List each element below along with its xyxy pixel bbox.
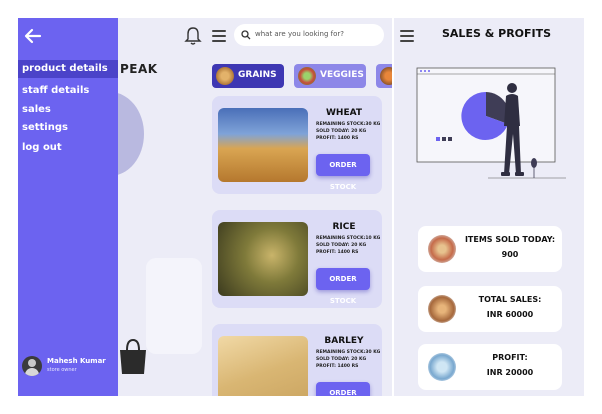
tab-more[interactable]	[376, 64, 392, 88]
sales-profits-screen: SALES & PROFITS ITEMS SOLD TODAY: 900 TO…	[394, 18, 584, 396]
shopping-bag-illustration	[120, 338, 146, 374]
total-sales-value: INR 60000	[486, 310, 534, 319]
sold-today: SOLD TODAY: 20 KG	[316, 357, 367, 362]
order-stock-button[interactable]: ORDER STOCK	[316, 268, 370, 305]
produce-icon	[428, 235, 456, 263]
menu-item-log-out[interactable]: log out	[18, 139, 118, 157]
analytics-illustration	[416, 67, 566, 179]
brand-title: PEAK	[120, 62, 158, 76]
menu-item-settings[interactable]: settings	[18, 119, 118, 137]
items-sold-card: ITEMS SOLD TODAY: 900	[418, 226, 562, 272]
profile-name: Mahesh Kumar	[47, 357, 106, 365]
search-icon	[241, 30, 251, 40]
remaining-stock: REMAINING STOCK:10 KG	[316, 236, 381, 241]
back-arrow-icon[interactable]	[24, 28, 42, 44]
decorative-logo-shape	[146, 258, 202, 354]
hamburger-menu-icon[interactable]	[400, 30, 414, 42]
user-profile[interactable]: Mahesh Kumar store owner	[22, 356, 118, 380]
product-name: BARLEY	[324, 336, 364, 346]
profile-role: store owner	[47, 367, 77, 373]
profit-card: PROFIT: INR 20000	[418, 344, 562, 390]
remaining-stock: REMAINING STOCK:30 KG	[316, 350, 381, 355]
sold-today: SOLD TODAY: 20 KG	[316, 243, 367, 248]
coins-icon	[428, 295, 456, 323]
profit-label: PROFIT:	[492, 353, 528, 362]
search-placeholder: what are you looking for?	[255, 30, 345, 38]
search-input[interactable]: what are you looking for?	[234, 24, 384, 46]
profit-icon	[428, 353, 456, 381]
product-card-wheat: WHEAT REMAINING STOCK:30 KG SOLD TODAY: …	[212, 96, 382, 194]
bell-icon[interactable]	[184, 26, 202, 46]
barley-image	[218, 336, 308, 396]
product-name: WHEAT	[325, 108, 362, 118]
product-name: RICE	[332, 222, 356, 232]
product-card-barley: BARLEY REMAINING STOCK:30 KG SOLD TODAY:…	[212, 324, 382, 396]
rice-image	[218, 222, 308, 296]
grains-icon	[216, 67, 234, 85]
profit-value: INR 20000	[486, 368, 534, 377]
profit: PROFIT: 1400 RS	[316, 364, 359, 369]
total-sales-card: TOTAL SALES: INR 60000	[418, 286, 562, 332]
tab-grains[interactable]: GRAINS	[212, 64, 284, 88]
menu-item-sales[interactable]: sales	[18, 101, 118, 119]
veggies-icon	[298, 67, 316, 85]
product-details-screen: PEAK product details staff details sales…	[18, 18, 206, 396]
profit: PROFIT: 1400 RS	[316, 136, 359, 141]
total-sales-label: TOTAL SALES:	[478, 295, 542, 304]
wheat-image	[218, 108, 308, 182]
remaining-stock: REMAINING STOCK:30 KG	[316, 122, 381, 127]
profit: PROFIT: 1400 RS	[316, 250, 359, 255]
order-stock-button[interactable]: ORDER STOCK	[316, 382, 370, 396]
menu-item-staff-details[interactable]: staff details	[18, 82, 118, 100]
tab-veggies[interactable]: VEGGIES	[294, 64, 366, 88]
order-stock-button[interactable]: ORDER STOCK	[316, 154, 370, 191]
grains-screen: what are you looking for? GRAINS VEGGIES…	[206, 18, 392, 396]
category-icon	[380, 67, 392, 85]
sold-today: SOLD TODAY: 20 KG	[316, 129, 367, 134]
menu-item-product-details[interactable]: product details	[18, 60, 118, 78]
navigation-drawer: product details staff details sales sett…	[18, 18, 118, 396]
hamburger-menu-icon[interactable]	[212, 30, 226, 42]
items-sold-value: 900	[501, 250, 519, 259]
avatar	[22, 356, 42, 376]
items-sold-label: ITEMS SOLD TODAY:	[464, 235, 556, 244]
page-title: SALES & PROFITS	[442, 27, 552, 40]
product-card-rice: RICE REMAINING STOCK:10 KG SOLD TODAY: 2…	[212, 210, 382, 308]
